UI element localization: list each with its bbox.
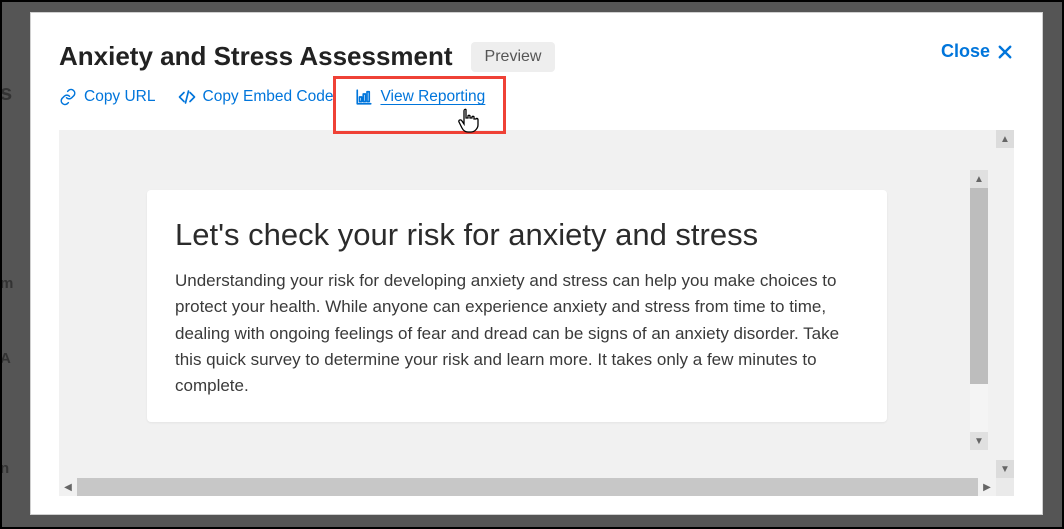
scroll-right-icon[interactable]: ▶ (978, 478, 996, 496)
copy-embed-link[interactable]: Copy Embed Code (178, 86, 334, 108)
link-icon (59, 88, 77, 106)
close-label: Close (941, 41, 990, 62)
scroll-corner (996, 478, 1014, 496)
preview-area: Let's check your risk for anxiety and st… (59, 130, 1014, 496)
outer-horizontal-scrollbar[interactable]: ◀ ▶ (59, 478, 996, 496)
survey-card: Let's check your risk for anxiety and st… (147, 190, 887, 422)
background-text-frag: A (0, 350, 11, 367)
copy-url-link[interactable]: Copy URL (59, 86, 156, 108)
background-text-frag: s (0, 80, 12, 106)
close-button[interactable]: Close (941, 41, 1014, 62)
background-text-frag: m (0, 275, 13, 292)
modal-title: Anxiety and Stress Assessment (59, 41, 453, 72)
scroll-track[interactable] (77, 478, 978, 496)
code-icon (178, 88, 196, 106)
action-row: Copy URL Copy Embed Code View Reporting (59, 86, 1014, 108)
header-left: Anxiety and Stress Assessment Preview (59, 41, 555, 72)
copy-embed-label: Copy Embed Code (203, 88, 334, 106)
scroll-down-icon[interactable]: ▼ (996, 460, 1014, 478)
background-text-frag: n (0, 460, 9, 477)
scroll-left-icon[interactable]: ◀ (59, 478, 77, 496)
scroll-thumb[interactable] (970, 188, 988, 384)
scroll-up-icon[interactable]: ▲ (970, 170, 988, 188)
modal-header: Anxiety and Stress Assessment Preview Cl… (59, 41, 1014, 72)
survey-body: Understanding your risk for developing a… (175, 268, 859, 400)
scroll-down-icon[interactable]: ▼ (970, 432, 988, 450)
inner-vertical-scrollbar[interactable]: ▲ ▼ (970, 170, 988, 450)
preview-badge: Preview (471, 42, 556, 72)
preview-modal: Anxiety and Stress Assessment Preview Cl… (30, 12, 1043, 515)
view-reporting-label: View Reporting (380, 88, 485, 106)
survey-heading: Let's check your risk for anxiety and st… (175, 216, 859, 254)
chart-icon (355, 88, 373, 106)
view-reporting-link[interactable]: View Reporting (355, 86, 485, 108)
outer-vertical-scrollbar[interactable]: ▲ ▼ (996, 130, 1014, 478)
scroll-up-icon[interactable]: ▲ (996, 130, 1014, 148)
copy-url-label: Copy URL (84, 88, 156, 106)
close-icon (996, 43, 1014, 61)
scroll-track[interactable] (996, 148, 1014, 460)
